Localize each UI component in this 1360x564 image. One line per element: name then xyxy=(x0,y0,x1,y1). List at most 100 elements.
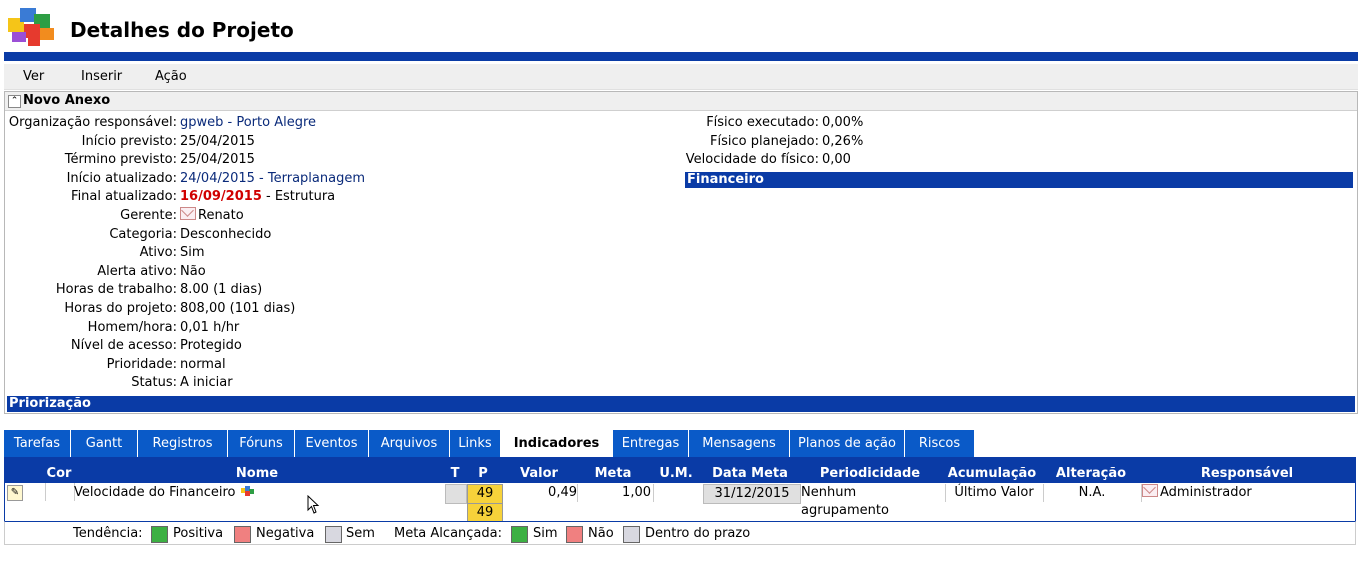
indicator-name[interactable]: Velocidade do Financeiro xyxy=(74,484,440,502)
field-value: 0,26% xyxy=(822,133,864,149)
indicators-table: Cor Nome T P Valor Meta U.M. Data Meta P… xyxy=(4,457,1356,545)
swatch-sim xyxy=(511,526,528,543)
swatch-sem xyxy=(325,526,342,543)
edit-icon[interactable]: ✎ xyxy=(7,485,23,501)
field-label: Término previsto: xyxy=(64,152,177,168)
tab-f-runs[interactable]: Fóruns xyxy=(228,430,295,457)
legend-sem: Sem xyxy=(346,526,375,541)
table-header: Cor Nome T P Valor Meta U.M. Data Meta P… xyxy=(4,457,1356,483)
legend-tendencia: Tendência: xyxy=(73,526,143,541)
col-cor: Cor xyxy=(46,466,72,481)
tab-planos-de-a-o[interactable]: Planos de ação xyxy=(790,430,905,457)
trend-cell xyxy=(445,484,467,504)
header-bar xyxy=(4,52,1358,61)
field-value: 0,01 h/hr xyxy=(180,319,240,335)
col-p: P xyxy=(478,466,488,481)
legend-negativa: Negativa xyxy=(256,526,315,541)
manager-name[interactable]: Renato xyxy=(198,208,244,223)
final-date-rest: - Estrutura xyxy=(261,189,336,205)
field-label: Início previsto: xyxy=(81,133,177,149)
field-label: Físico executado: xyxy=(706,115,819,130)
tab-riscos[interactable]: Riscos xyxy=(905,430,975,457)
p-cell: 49 xyxy=(467,484,503,504)
swatch-negativa xyxy=(234,526,251,543)
tab-indicadores[interactable]: Indicadores xyxy=(501,430,613,457)
col-t: T xyxy=(450,466,460,481)
field-value: 25/04/2015 xyxy=(180,152,255,168)
field-value: 25/04/2015 xyxy=(180,133,255,149)
col-valor: Valor xyxy=(520,466,558,481)
field-value: Renato xyxy=(180,207,244,225)
field-value: Protegido xyxy=(180,338,242,354)
periodicidade-cell: Nenhum agrupamento xyxy=(801,485,889,518)
field-value: 24/04/2015 - Terraplanagem xyxy=(180,170,365,186)
tab-tarefas[interactable]: Tarefas xyxy=(4,430,71,457)
details-panel: ⌃ Novo Anexo Organização responsável: gpw… xyxy=(4,91,1358,414)
page-title: Detalhes do Projeto xyxy=(70,18,294,42)
field-value: 16/09/2015 - Estrutura xyxy=(180,188,335,206)
cor-cell xyxy=(45,483,75,501)
field-label: Final atualizado: xyxy=(71,189,177,205)
field-value: 0,00% xyxy=(822,115,864,130)
mail-icon[interactable] xyxy=(1142,484,1158,497)
col-um: U.M. xyxy=(659,466,693,481)
field-value: Desconhecido xyxy=(180,226,272,242)
menu-ver[interactable]: Ver xyxy=(23,69,44,84)
field-label: Velocidade do físico: xyxy=(685,152,819,168)
collapse-icon[interactable]: ⌃ xyxy=(8,95,21,108)
tab-registros[interactable]: Registros xyxy=(138,430,228,457)
field-label: Organização responsável: xyxy=(8,115,177,130)
valor-cell: 0,49 xyxy=(503,484,578,502)
tab-mensagens[interactable]: Mensagens xyxy=(689,430,790,457)
field-label: Nível de acesso: xyxy=(70,338,177,354)
field-label: Alerta ativo: xyxy=(97,263,177,279)
legend-meta: Meta Alcançada: xyxy=(394,526,502,541)
panel-title: Novo Anexo xyxy=(23,93,111,108)
indicator-name-text[interactable]: Velocidade do Financeiro xyxy=(74,485,236,500)
field-label: Início atualizado: xyxy=(66,170,177,186)
col-meta: Meta xyxy=(594,466,632,481)
field-value: normal xyxy=(180,356,226,372)
responsavel-cell[interactable]: Administrador xyxy=(1141,484,1352,502)
swatch-dentro xyxy=(623,526,640,543)
field-value: Não xyxy=(180,263,206,279)
field-label: Horas de trabalho: xyxy=(55,282,177,298)
tab-entregas[interactable]: Entregas xyxy=(613,430,689,457)
p-cell-2: 49 xyxy=(467,503,503,523)
col-data-meta: Data Meta xyxy=(712,466,788,481)
swatch-nao xyxy=(566,526,583,543)
table-row: ✎ Velocidade do Financeiro 49 49 0,49 1,… xyxy=(4,483,1356,523)
meta-cell: 1,00 xyxy=(622,485,651,500)
field-label: Físico planejado: xyxy=(710,133,819,149)
data-meta-cell: 31/12/2015 xyxy=(703,484,801,504)
acumulacao-cell: Último Valor xyxy=(945,484,1042,502)
tab-eventos[interactable]: Eventos xyxy=(295,430,369,457)
legend-nao: Não xyxy=(588,526,614,541)
panel-header: ⌃ Novo Anexo xyxy=(5,92,1357,111)
tab-arquivos[interactable]: Arquivos xyxy=(369,430,450,457)
menu-acao[interactable]: Ação xyxy=(155,69,187,84)
col-nome: Nome xyxy=(235,466,279,481)
tab-gantt[interactable]: Gantt xyxy=(71,430,138,457)
field-label: Status: xyxy=(131,375,177,391)
field-label: Ativo: xyxy=(139,245,177,261)
field-label: Horas do projeto: xyxy=(64,301,177,316)
field-value: Sim xyxy=(180,245,205,261)
tab-links[interactable]: Links xyxy=(450,430,501,457)
field-value: 808,00 (101 dias) xyxy=(180,301,296,316)
final-date-red: 16/09/2015 xyxy=(180,189,262,205)
puzzle-icon xyxy=(240,486,254,496)
field-label: Categoria: xyxy=(109,226,177,242)
legend: Tendência: Positiva Negativa Sem Meta Al… xyxy=(4,521,1356,545)
alteracao-cell: N.A. xyxy=(1043,484,1140,502)
col-acumulacao: Acumulação xyxy=(947,466,1037,481)
field-value: A iniciar xyxy=(180,375,233,391)
financeiro-bar[interactable]: Financeiro xyxy=(685,172,1353,188)
menu-inserir[interactable]: Inserir xyxy=(81,69,122,84)
responsavel-name[interactable]: Administrador xyxy=(1160,485,1252,500)
mail-icon[interactable] xyxy=(180,207,196,220)
field-value: 8.00 (1 dias) xyxy=(180,282,263,298)
field-value: 0,00 xyxy=(822,152,851,168)
mouse-cursor-icon xyxy=(307,495,320,514)
priorizacao-bar[interactable]: Priorização xyxy=(7,396,1355,412)
